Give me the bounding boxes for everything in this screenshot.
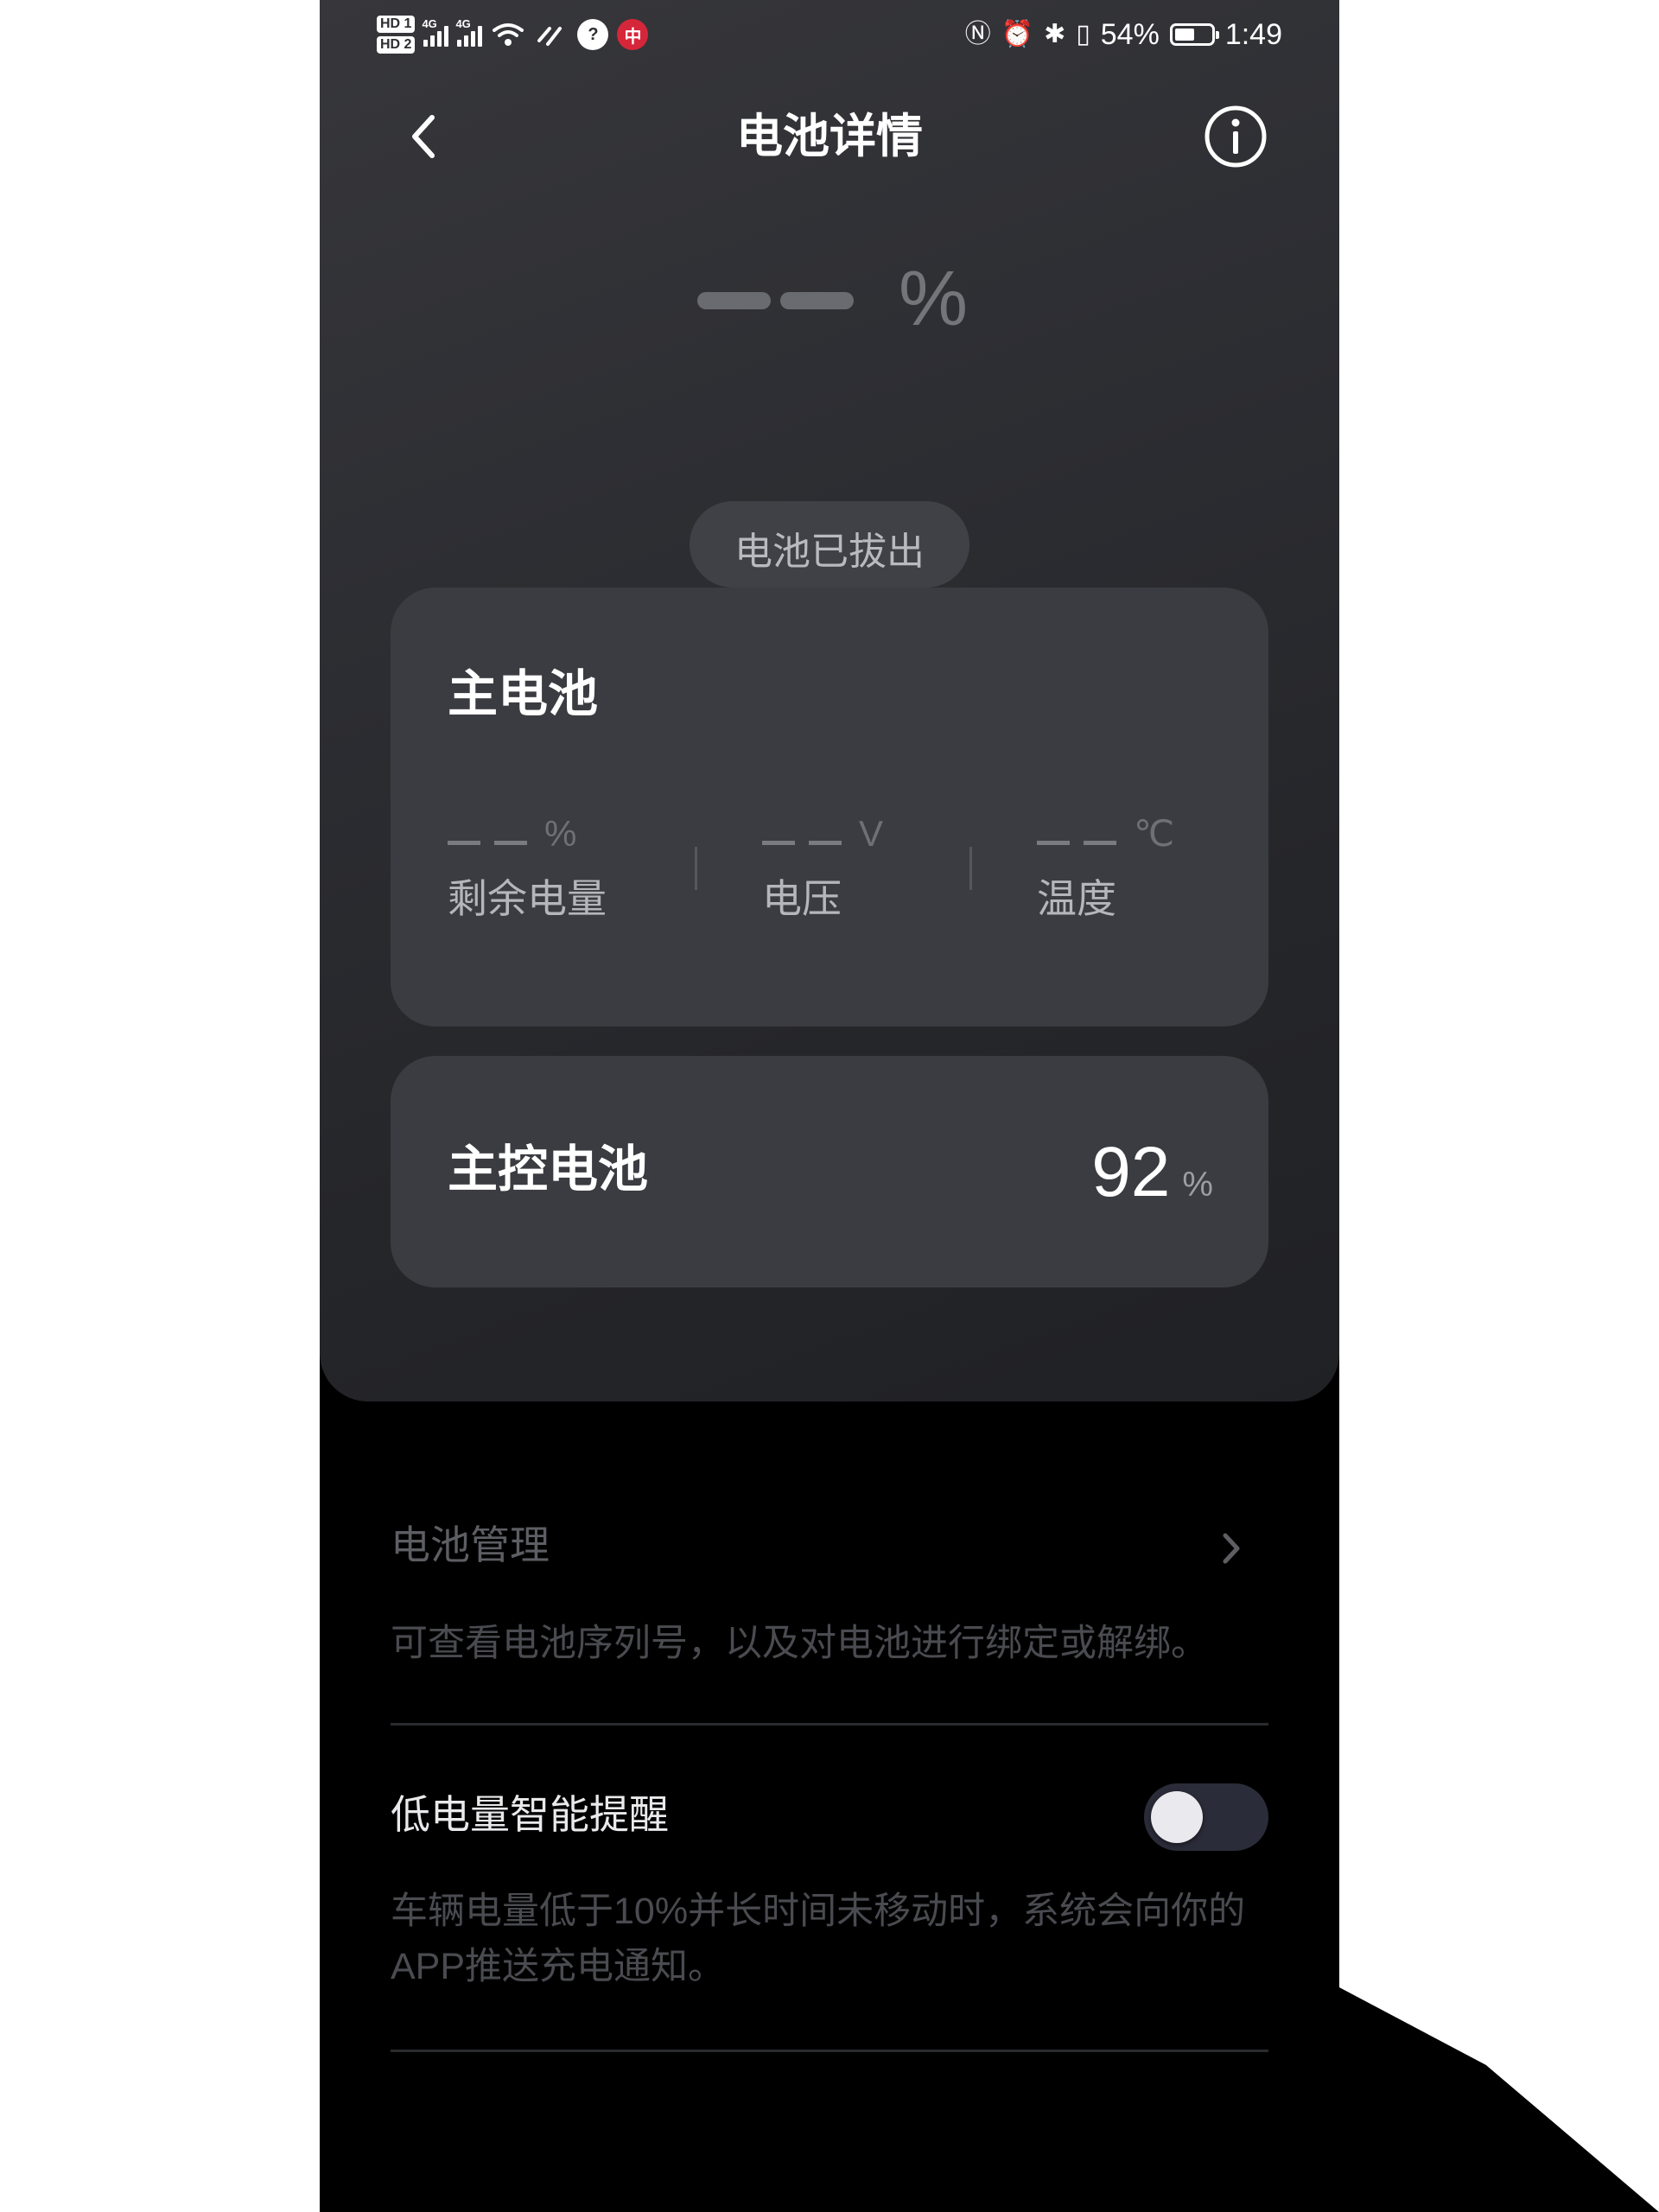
remaining-charge-stat: % 剩余电量 xyxy=(448,812,607,923)
status-bar-left: HD 1 HD 2 4G 4G ? 中 xyxy=(377,9,649,60)
bluetooth-icon: ✱ xyxy=(1044,20,1066,48)
app-notification-icon: ? xyxy=(577,19,609,50)
control-battery-level: 92 % xyxy=(1091,1134,1213,1211)
placeholder-dash xyxy=(1037,841,1070,845)
battery-percent-text: 54% xyxy=(1100,17,1160,51)
alarm-icon: ⏰ xyxy=(1001,20,1034,48)
network-2-label: 4G xyxy=(455,17,471,30)
temperature-label: 温度 xyxy=(1037,876,1116,921)
hd-badges: HD 1 HD 2 xyxy=(377,16,416,54)
remaining-charge-value: % xyxy=(448,812,607,855)
phone-screen: HD 1 HD 2 4G 4G ? 中 Ⓝ ⏰ ✱ ▯ 54% 1:49 电池详… xyxy=(320,0,1339,2212)
main-battery-title: 主电池 xyxy=(448,666,599,722)
battery-icon-fill xyxy=(1174,29,1194,41)
divider xyxy=(391,1723,1268,1726)
temperature-value: ℃ xyxy=(1037,812,1174,855)
battery-management-button[interactable] xyxy=(1210,1522,1253,1574)
voltage-stat: V 电压 xyxy=(762,812,883,923)
wifi-icon xyxy=(493,23,524,46)
nfc-icon: Ⓝ xyxy=(964,20,991,48)
remaining-charge-label: 剩余电量 xyxy=(448,876,607,921)
info-circle-icon xyxy=(1205,105,1267,168)
battery-management-title[interactable]: 电池管理 xyxy=(391,1519,550,1571)
low-battery-reminder-title: 低电量智能提醒 xyxy=(391,1792,669,1837)
battery-level-placeholder-dash xyxy=(697,292,771,309)
main-battery-card: 主电池 % 剩余电量 V 电压 ℃ 温度 xyxy=(391,588,1268,1027)
signal-bar xyxy=(471,31,476,47)
signal-bar xyxy=(437,31,442,47)
battery-level-unit: % xyxy=(899,256,969,342)
stat-divider xyxy=(969,847,972,890)
network-1-label: 4G xyxy=(422,17,437,30)
status-bar: HD 1 HD 2 4G 4G ? 中 Ⓝ ⏰ ✱ ▯ 54% 1:49 xyxy=(320,0,1339,69)
remaining-charge-unit: % xyxy=(544,813,577,854)
placeholder-dash xyxy=(809,841,842,845)
signal-bar xyxy=(423,40,429,47)
page-curl-shape xyxy=(1339,1987,1659,2212)
chevron-right-icon xyxy=(1223,1533,1240,1564)
placeholder-dash xyxy=(494,841,527,845)
low-battery-reminder-description: 车辆电量低于10%并长时间未移动时，系统会向你的APP推送充电通知。 xyxy=(391,1891,1246,1987)
signal-1-icon: 4G xyxy=(422,17,449,47)
clock-text: 1:49 xyxy=(1224,17,1282,51)
battery-summary-panel: HD 1 HD 2 4G 4G ? 中 Ⓝ ⏰ ✱ ▯ 54% 1:49 电池详… xyxy=(320,0,1339,1402)
battery-icon xyxy=(1169,23,1219,46)
info-button[interactable] xyxy=(1201,102,1270,171)
signal-bar xyxy=(430,35,435,47)
status-bar-right: Ⓝ ⏰ ✱ ▯ 54% 1:49 xyxy=(965,9,1282,60)
vibrate-icon: ▯ xyxy=(1076,20,1090,48)
temperature-unit: ℃ xyxy=(1134,813,1175,854)
page-title: 电池详情 xyxy=(736,111,923,162)
control-battery-title: 主控电池 xyxy=(448,1141,649,1198)
placeholder-dash xyxy=(762,841,795,845)
signal-bar xyxy=(478,26,483,47)
hotspot-icon xyxy=(537,27,563,46)
battery-status-badge: 电池已拔出 xyxy=(690,501,969,588)
sim2-hd-badge: HD 2 xyxy=(377,36,416,54)
control-battery-value: 92 xyxy=(1091,1133,1171,1211)
battery-level-placeholder-dash xyxy=(780,292,854,309)
low-battery-reminder-toggle[interactable] xyxy=(1144,1783,1268,1851)
control-battery-unit: % xyxy=(1182,1166,1213,1204)
divider xyxy=(391,2050,1268,2052)
signal-bar xyxy=(444,26,449,47)
placeholder-dash xyxy=(1084,841,1116,845)
signal-bar xyxy=(464,35,469,47)
voltage-unit: V xyxy=(859,813,884,854)
voltage-value: V xyxy=(762,812,883,855)
battery-management-description: 可查看电池序列号，以及对电池进行绑定或解绑。 xyxy=(391,1623,1208,1664)
stat-divider xyxy=(695,847,697,890)
signal-2-icon: 4G xyxy=(455,17,483,47)
temperature-stat: ℃ 温度 xyxy=(1037,812,1174,923)
placeholder-dash xyxy=(448,841,480,845)
bank-app-notification-icon: 中 xyxy=(617,19,649,50)
signal-bar xyxy=(457,40,462,47)
sim1-hd-badge: HD 1 xyxy=(377,16,416,33)
control-battery-card: 主控电池 92 % xyxy=(391,1056,1268,1287)
voltage-label: 电压 xyxy=(762,876,842,921)
toggle-knob xyxy=(1151,1791,1203,1843)
